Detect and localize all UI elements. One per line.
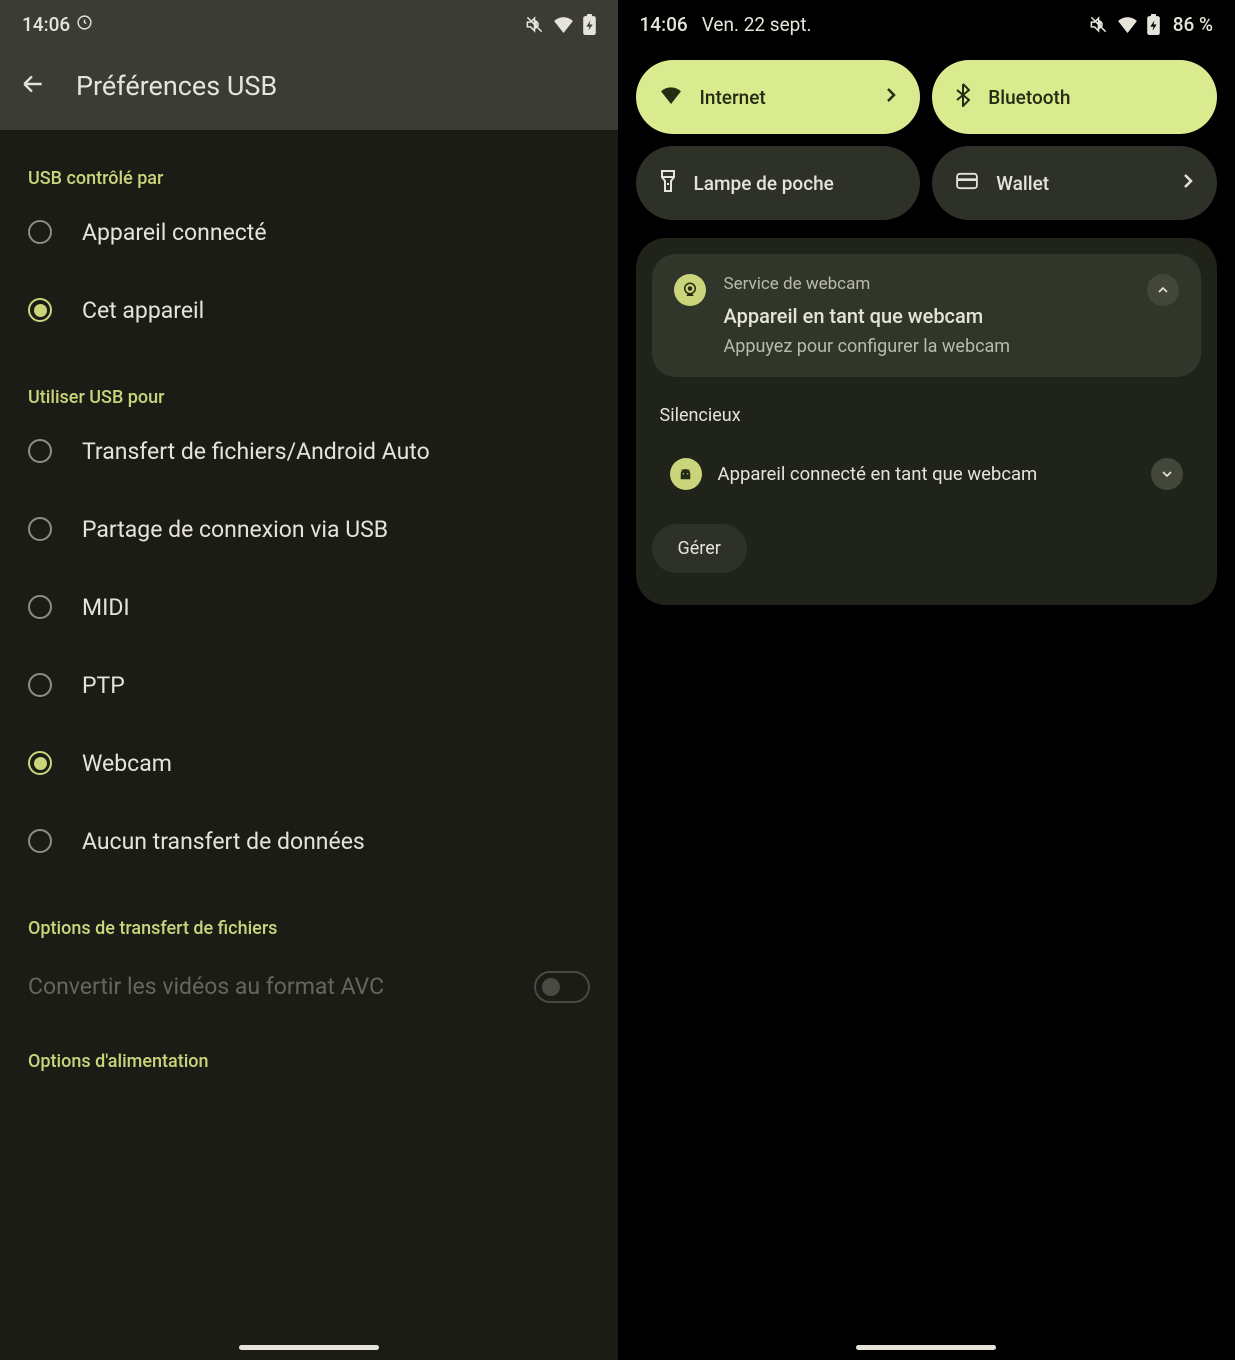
tile-label: Lampe de poche <box>694 172 897 195</box>
radio-button[interactable] <box>28 517 52 541</box>
section-power-options: Options d'alimentation <box>28 1013 590 1076</box>
notification-title: Appareil en tant que webcam <box>724 304 1130 328</box>
chevron-right-icon <box>1183 173 1193 193</box>
quick-settings-tiles: Internet Bluetooth Lampe de poche Wallet <box>618 48 1235 220</box>
radio-button[interactable] <box>28 298 52 322</box>
radio-label: PTP <box>82 672 125 699</box>
status-bar-right: 14:06 Ven. 22 sept. 86 % <box>618 0 1235 48</box>
radio-label: Partage de connexion via USB <box>82 516 388 543</box>
tile-wallet[interactable]: Wallet <box>932 146 1217 220</box>
radio-label: Aucun transfert de données <box>82 828 365 855</box>
radio-label: Webcam <box>82 750 172 777</box>
notification-app-name: Service de webcam <box>724 274 1130 294</box>
battery-charging-icon <box>583 14 596 35</box>
wifi-icon <box>553 16 574 33</box>
page-title: Préférences USB <box>76 70 277 102</box>
usb-use-option-4[interactable]: Webcam <box>28 724 590 802</box>
quick-settings-screen: 14:06 Ven. 22 sept. 86 % Internet Bluetoo… <box>618 0 1235 1360</box>
silent-section-label: Silencieux <box>652 377 1202 440</box>
mute-icon <box>1089 15 1108 34</box>
section-use-usb-for: Utiliser USB pour <box>28 349 590 412</box>
radio-button[interactable] <box>28 751 52 775</box>
chevron-right-icon <box>886 87 896 107</box>
radio-label: Appareil connecté <box>82 219 267 246</box>
tile-internet[interactable]: Internet <box>636 60 921 134</box>
radio-label: Transfert de fichiers/Android Auto <box>82 438 430 465</box>
radio-button[interactable] <box>28 673 52 697</box>
convert-avc-toggle[interactable] <box>534 971 590 1003</box>
settings-header: Préférences USB <box>0 48 618 130</box>
manage-button[interactable]: Gérer <box>652 524 747 573</box>
notification-group: Service de webcam Appareil en tant que w… <box>636 238 1218 605</box>
tile-bluetooth[interactable]: Bluetooth <box>932 60 1217 134</box>
bluetooth-icon <box>956 83 970 111</box>
status-icons-right: 86 % <box>1089 13 1213 36</box>
usb-use-option-2[interactable]: MIDI <box>28 568 590 646</box>
notification-row-label: Appareil connecté en tant que webcam <box>718 463 1136 485</box>
status-bar-left: 14:06 <box>0 0 618 48</box>
radio-button[interactable] <box>28 439 52 463</box>
internet-icon <box>660 86 682 108</box>
radio-label: Cet appareil <box>82 297 204 324</box>
radio-label: MIDI <box>82 594 130 621</box>
usb-controlled-option-0[interactable]: Appareil connecté <box>28 193 590 271</box>
chevron-up-icon <box>1155 282 1171 298</box>
flashlight-icon <box>660 169 676 197</box>
radio-button[interactable] <box>28 829 52 853</box>
usb-controlled-option-1[interactable]: Cet appareil <box>28 271 590 349</box>
radio-button[interactable] <box>28 595 52 619</box>
wallet-icon <box>956 172 978 194</box>
status-time: 14:06 <box>640 13 688 36</box>
radio-button[interactable] <box>28 220 52 244</box>
back-button[interactable] <box>20 71 46 101</box>
convert-avc-label: Convertir les vidéos au format AVC <box>28 971 514 1002</box>
status-icons-left <box>525 14 596 35</box>
webcam-notification[interactable]: Service de webcam Appareil en tant que w… <box>652 254 1202 377</box>
usb-use-option-3[interactable]: PTP <box>28 646 590 724</box>
usb-use-option-5[interactable]: Aucun transfert de données <box>28 802 590 880</box>
webcam-icon <box>674 274 706 306</box>
webcam-connected-notification[interactable]: Appareil connecté en tant que webcam <box>652 440 1202 508</box>
battery-percent: 86 % <box>1173 13 1213 36</box>
mute-icon <box>525 15 544 34</box>
tile-flashlight[interactable]: Lampe de poche <box>636 146 921 220</box>
home-indicator[interactable] <box>856 1345 996 1350</box>
status-time: 14:06 <box>22 13 70 36</box>
clock-icon <box>76 13 93 36</box>
chevron-down-icon <box>1159 466 1175 482</box>
notification-subtitle: Appuyez pour configurer la webcam <box>724 336 1130 357</box>
tile-label: Bluetooth <box>988 86 1193 109</box>
section-usb-controlled-by: USB contrôlé par <box>28 130 590 193</box>
convert-avc-row[interactable]: Convertir les vidéos au format AVC <box>28 943 590 1013</box>
tile-label: Wallet <box>996 172 1165 195</box>
home-indicator[interactable] <box>239 1345 379 1350</box>
android-icon <box>670 458 702 490</box>
section-file-transfer-options: Options de transfert de fichiers <box>28 880 590 943</box>
expand-button[interactable] <box>1151 458 1183 490</box>
usb-use-option-1[interactable]: Partage de connexion via USB <box>28 490 590 568</box>
wifi-icon <box>1117 16 1138 33</box>
settings-screen: 14:06 Préférences USB USB contrôlé par A… <box>0 0 618 1360</box>
status-date: Ven. 22 sept. <box>702 13 1089 36</box>
usb-use-option-0[interactable]: Transfert de fichiers/Android Auto <box>28 412 590 490</box>
collapse-button[interactable] <box>1147 274 1179 306</box>
tile-label: Internet <box>700 86 869 109</box>
battery-charging-icon <box>1147 14 1160 35</box>
